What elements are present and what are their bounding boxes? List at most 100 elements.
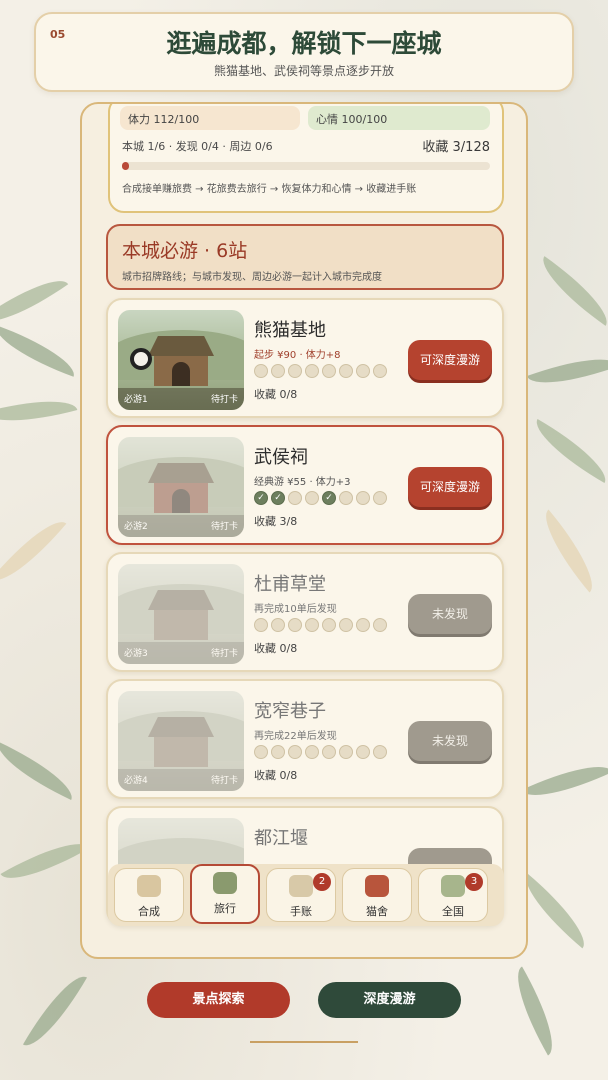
- phone-frame: 体力 112/100 心情 100/100 本城 1/6 · 发现 0/4 · …: [80, 102, 528, 959]
- stamp-empty-icon: [305, 618, 319, 632]
- mood-pill: 心情 100/100: [308, 106, 490, 130]
- stamp-empty-icon: [322, 364, 336, 378]
- stamp-collected-icon: ✓: [271, 491, 285, 505]
- nav-label: 猫舍: [366, 905, 388, 918]
- checkin-status: 待打卡: [210, 649, 238, 659]
- spot-collection-count: 收藏 0/8: [254, 769, 298, 782]
- travel-screen[interactable]: 体力 112/100 心情 100/100 本城 1/6 · 发现 0/4 · …: [82, 104, 526, 957]
- spot-explore-button[interactable]: 景点探索: [147, 982, 290, 1018]
- travel-icon: [213, 872, 237, 894]
- checkin-status: 待打卡: [210, 522, 238, 532]
- country-badge: 3: [465, 873, 483, 891]
- spot-name: 熊猫基地: [254, 320, 326, 341]
- must-visit-number: 必游4: [124, 776, 148, 786]
- game-loop-hint: 合成接单赚旅费 → 花旅费去旅行 → 恢复体力和心情 → 收藏进手账: [122, 184, 417, 195]
- nav-label: 手账: [290, 905, 312, 918]
- stamp-dots: [254, 364, 387, 378]
- spot-collection-count: 收藏 0/8: [254, 388, 298, 401]
- thumbnail-roof: [148, 463, 214, 483]
- stamp-empty-icon: [339, 364, 353, 378]
- craft-icon: [137, 875, 161, 897]
- page-title: 逛遍成都，解锁下一座城: [166, 29, 442, 58]
- nav-tab-travel[interactable]: 旅行: [190, 864, 260, 924]
- stamp-empty-icon: [288, 745, 302, 759]
- undiscovered-button[interactable]: 未发现: [408, 721, 492, 761]
- checkin-status: 待打卡: [210, 776, 238, 786]
- undiscovered-button[interactable]: 未发现: [408, 594, 492, 634]
- spot-name: 武侯祠: [254, 447, 308, 468]
- spot-unlock-hint: 再完成10单后发现: [254, 604, 337, 615]
- stamp-collected-icon: ✓: [254, 491, 268, 505]
- spot-card-wuhou-shrine[interactable]: 必游2 待打卡 武侯祠 经典游 ¥55 · 体力+3 ✓ ✓ ✓ 收藏 3/8 可深…: [106, 425, 504, 545]
- spot-name: 杜甫草堂: [254, 574, 326, 595]
- collection-total: 收藏 3/128: [422, 140, 490, 155]
- stamp-empty-icon: [254, 745, 268, 759]
- bottom-nav: 合成 旅行 手账 2 猫舍 全国 3: [108, 864, 504, 926]
- stamp-empty-icon: [305, 364, 319, 378]
- cat-house-icon: [365, 875, 389, 897]
- spot-unlock-hint: 再完成22单后发现: [254, 731, 337, 742]
- page-subtitle: 熊猫基地、武侯祠等景点逐步开放: [213, 64, 394, 78]
- nav-label: 旅行: [214, 902, 236, 915]
- stamp-empty-icon: [339, 491, 353, 505]
- stamp-empty-icon: [288, 491, 302, 505]
- city-progress-fill: [122, 162, 130, 170]
- must-visit-number: 必游2: [124, 522, 148, 532]
- stamp-dots: [254, 618, 387, 632]
- spot-card-panda-base[interactable]: 必游1 待打卡 熊猫基地 起步 ¥90 · 体力+8 收藏 0/8 可深度漫游: [106, 298, 504, 418]
- spot-name: 都江堰: [254, 828, 308, 849]
- stamp-empty-icon: [356, 491, 370, 505]
- divider: [250, 1041, 358, 1043]
- thumbnail-roof: [148, 717, 214, 737]
- deep-roam-cta-button[interactable]: 深度漫游: [318, 982, 461, 1018]
- stamp-empty-icon: [322, 618, 336, 632]
- stamp-empty-icon: [339, 618, 353, 632]
- panda-illustration: [130, 348, 152, 370]
- journal-badge: 2: [313, 873, 331, 891]
- nav-tab-cat-house[interactable]: 猫舍: [342, 868, 412, 922]
- stamp-dots: ✓ ✓ ✓: [254, 491, 387, 505]
- must-visit-number: 必游1: [124, 395, 148, 405]
- nav-label: 合成: [138, 905, 160, 918]
- thumbnail-wall: [154, 610, 208, 640]
- spot-collection-count: 收藏 0/8: [254, 642, 298, 655]
- spot-name: 宽窄巷子: [254, 701, 326, 722]
- stamp-empty-icon: [356, 745, 370, 759]
- stamp-empty-icon: [305, 491, 319, 505]
- spot-thumbnail: 必游4 待打卡: [118, 691, 244, 791]
- spot-info: 起步 ¥90 · 体力+8: [254, 350, 341, 361]
- deep-roam-button[interactable]: 可深度漫游: [408, 467, 492, 507]
- thumbnail-gate: [172, 489, 190, 513]
- stamp-empty-icon: [288, 364, 302, 378]
- stamp-empty-icon: [339, 745, 353, 759]
- spot-thumbnail: 必游1 待打卡: [118, 310, 244, 410]
- stamp-empty-icon: [271, 618, 285, 632]
- spot-thumbnail: 必游3 待打卡: [118, 564, 244, 664]
- deep-roam-button[interactable]: 可深度漫游: [408, 340, 492, 380]
- nav-label: 全国: [442, 905, 464, 918]
- nav-tab-journal[interactable]: 手账 2: [266, 868, 336, 922]
- country-icon: [441, 875, 465, 897]
- nav-tab-craft[interactable]: 合成: [114, 868, 184, 922]
- stamp-empty-icon: [356, 364, 370, 378]
- nav-tab-country[interactable]: 全国 3: [418, 868, 488, 922]
- stamp-empty-icon: [356, 618, 370, 632]
- stamp-empty-icon: [373, 491, 387, 505]
- spot-card-kuanzhai-alley[interactable]: 必游4 待打卡 宽窄巷子 再完成22单后发现 收藏 0/8 未发现: [106, 679, 504, 799]
- must-visit-number: 必游3: [124, 649, 148, 659]
- thumbnail-roof: [148, 590, 214, 610]
- stamp-empty-icon: [254, 618, 268, 632]
- thumbnail-wall: [154, 737, 208, 767]
- spot-collection-count: 收藏 3/8: [254, 515, 298, 528]
- spot-card-du-fu-cottage[interactable]: 必游3 待打卡 杜甫草堂 再完成10单后发现 收藏 0/8 未发现: [106, 552, 504, 672]
- header-banner: 05 逛遍成都，解锁下一座城 熊猫基地、武侯祠等景点逐步开放: [34, 12, 574, 92]
- must-visit-subtitle: 城市招牌路线；与城市发现、周边必游一起计入城市完成度: [122, 272, 382, 283]
- must-visit-header: 本城必游 · 6站 城市招牌路线；与城市发现、周边必游一起计入城市完成度: [106, 224, 504, 290]
- stamina-pill: 体力 112/100: [120, 106, 300, 130]
- stamp-collected-icon: ✓: [322, 491, 336, 505]
- spot-info: 经典游 ¥55 · 体力+3: [254, 477, 351, 488]
- thumbnail-roof: [148, 336, 214, 356]
- stamp-empty-icon: [254, 364, 268, 378]
- stamp-empty-icon: [373, 618, 387, 632]
- journal-icon: [289, 875, 313, 897]
